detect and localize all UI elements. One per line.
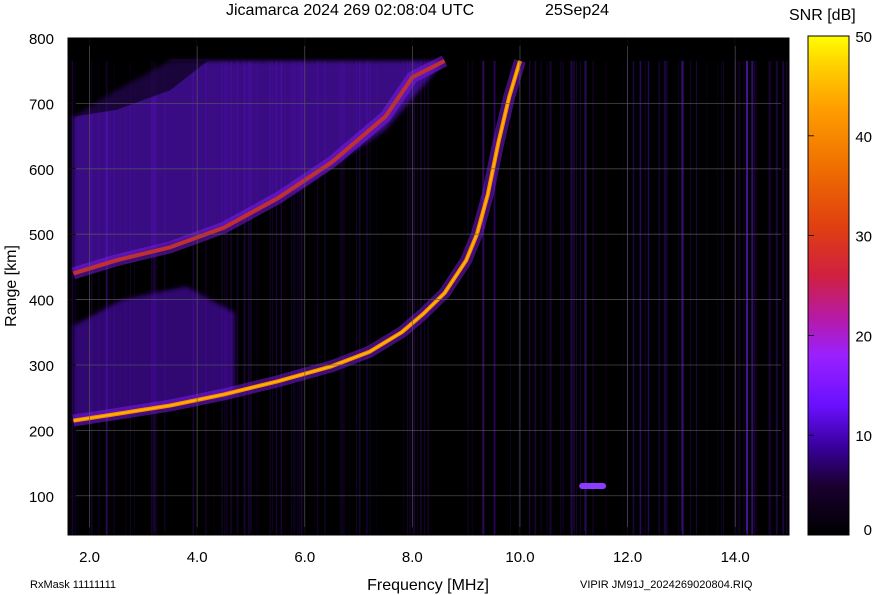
x-tick-label: 4.0 bbox=[187, 549, 208, 566]
noise-streak bbox=[786, 60, 788, 536]
noise-streak bbox=[769, 60, 771, 536]
y-tick-label: 400 bbox=[29, 293, 54, 310]
colorbar-tick-label: 20 bbox=[855, 328, 872, 345]
colorbar bbox=[807, 35, 850, 536]
colorbar-tick-label: 40 bbox=[855, 129, 872, 146]
noise-streak bbox=[570, 60, 573, 536]
noise-streak bbox=[644, 60, 646, 536]
noise-streak bbox=[775, 60, 778, 536]
noise-streak bbox=[639, 60, 642, 536]
noise-streak bbox=[695, 60, 697, 536]
noise-streak bbox=[471, 60, 474, 536]
noise-streak bbox=[771, 60, 773, 536]
chart-title: Jicamarca 2024 269 02:08:04 UTC bbox=[226, 2, 474, 19]
interference-line bbox=[482, 60, 485, 536]
noise-streak bbox=[540, 60, 542, 536]
colorbar-label: SNR [dB] bbox=[789, 7, 856, 24]
noise-streak bbox=[427, 60, 429, 536]
noise-streak bbox=[518, 60, 520, 536]
noise-streak bbox=[71, 60, 73, 536]
noise-streak bbox=[413, 60, 415, 536]
noise-streak bbox=[739, 60, 741, 536]
noise-streak bbox=[666, 60, 668, 536]
noise-streak bbox=[689, 60, 692, 536]
ionogram-chart: Jicamarca 2024 269 02:08:04 UTC 25Sep24 … bbox=[3, 2, 872, 594]
noise-streak bbox=[592, 60, 594, 536]
noise-streak bbox=[756, 60, 758, 536]
noise-streak bbox=[467, 60, 469, 536]
noise-streak bbox=[416, 60, 418, 536]
x-tick-label: 12.0 bbox=[613, 549, 642, 566]
interference-line bbox=[681, 60, 684, 536]
file-label: VIPIR JM91J_2024269020804.RIQ bbox=[580, 579, 753, 591]
colorbar-tick-label: 30 bbox=[855, 229, 872, 246]
x-tick-label: 8.0 bbox=[402, 549, 423, 566]
noise-streak bbox=[402, 60, 405, 536]
noise-streak bbox=[706, 60, 708, 536]
noise-streak bbox=[753, 60, 756, 536]
noise-streak bbox=[529, 60, 531, 536]
noise-streak bbox=[716, 60, 718, 536]
noise-streak bbox=[605, 60, 607, 536]
noise-streak bbox=[723, 60, 725, 536]
y-tick-label: 100 bbox=[29, 489, 54, 506]
noise-streak bbox=[622, 60, 624, 536]
noise-streak bbox=[546, 60, 548, 536]
interference-line bbox=[751, 60, 754, 536]
y-tick-label: 700 bbox=[29, 96, 54, 113]
x-tick-label: 10.0 bbox=[505, 549, 534, 566]
y-tick-label: 600 bbox=[29, 162, 54, 179]
noise-streak bbox=[573, 60, 575, 536]
y-tick-label: 200 bbox=[29, 423, 54, 440]
chart-date: 25Sep24 bbox=[545, 2, 609, 19]
noise-streak bbox=[407, 60, 409, 536]
x-tick-label: 14.0 bbox=[721, 549, 750, 566]
colorbar-tick-label: 10 bbox=[855, 428, 872, 445]
interference-blob bbox=[579, 483, 607, 489]
noise-streak bbox=[647, 60, 650, 536]
noise-streak bbox=[743, 60, 745, 536]
noise-streak bbox=[626, 60, 627, 536]
y-axis-label: Range [km] bbox=[3, 245, 20, 327]
noise-streak bbox=[737, 60, 739, 536]
noise-streak bbox=[678, 60, 680, 536]
noise-streak bbox=[721, 60, 722, 536]
noise-streak bbox=[782, 60, 785, 536]
y-tick-label: 500 bbox=[29, 227, 54, 244]
noise-streak bbox=[424, 60, 426, 536]
x-tick-label: 2.0 bbox=[79, 549, 100, 566]
noise-streak bbox=[560, 60, 562, 536]
noise-streak bbox=[510, 60, 511, 536]
noise-streak bbox=[768, 60, 770, 536]
noise-streak bbox=[748, 60, 750, 536]
noise-streak bbox=[632, 60, 635, 536]
noise-streak bbox=[683, 60, 685, 536]
y-tick-label: 800 bbox=[29, 31, 54, 48]
y-tick-label: 300 bbox=[29, 358, 54, 375]
noise-streak bbox=[658, 60, 660, 536]
noise-streak bbox=[535, 60, 537, 536]
noise-streak bbox=[663, 60, 666, 536]
rxmask-label: RxMask 11111111 bbox=[30, 579, 116, 591]
colorbar-tick-label: 0 bbox=[864, 522, 872, 539]
noise-streak bbox=[576, 60, 578, 536]
x-tick-label: 6.0 bbox=[294, 549, 315, 566]
interference-line bbox=[584, 60, 587, 536]
noise-streak bbox=[549, 60, 551, 536]
noise-streak bbox=[562, 60, 564, 536]
noise-streak bbox=[419, 60, 422, 536]
interference-line bbox=[746, 60, 748, 536]
noise-streak bbox=[580, 60, 582, 536]
colorbar-tick-label: 50 bbox=[855, 29, 872, 46]
x-axis-label: Frequency [MHz] bbox=[367, 577, 489, 594]
noise-streak bbox=[409, 60, 411, 536]
